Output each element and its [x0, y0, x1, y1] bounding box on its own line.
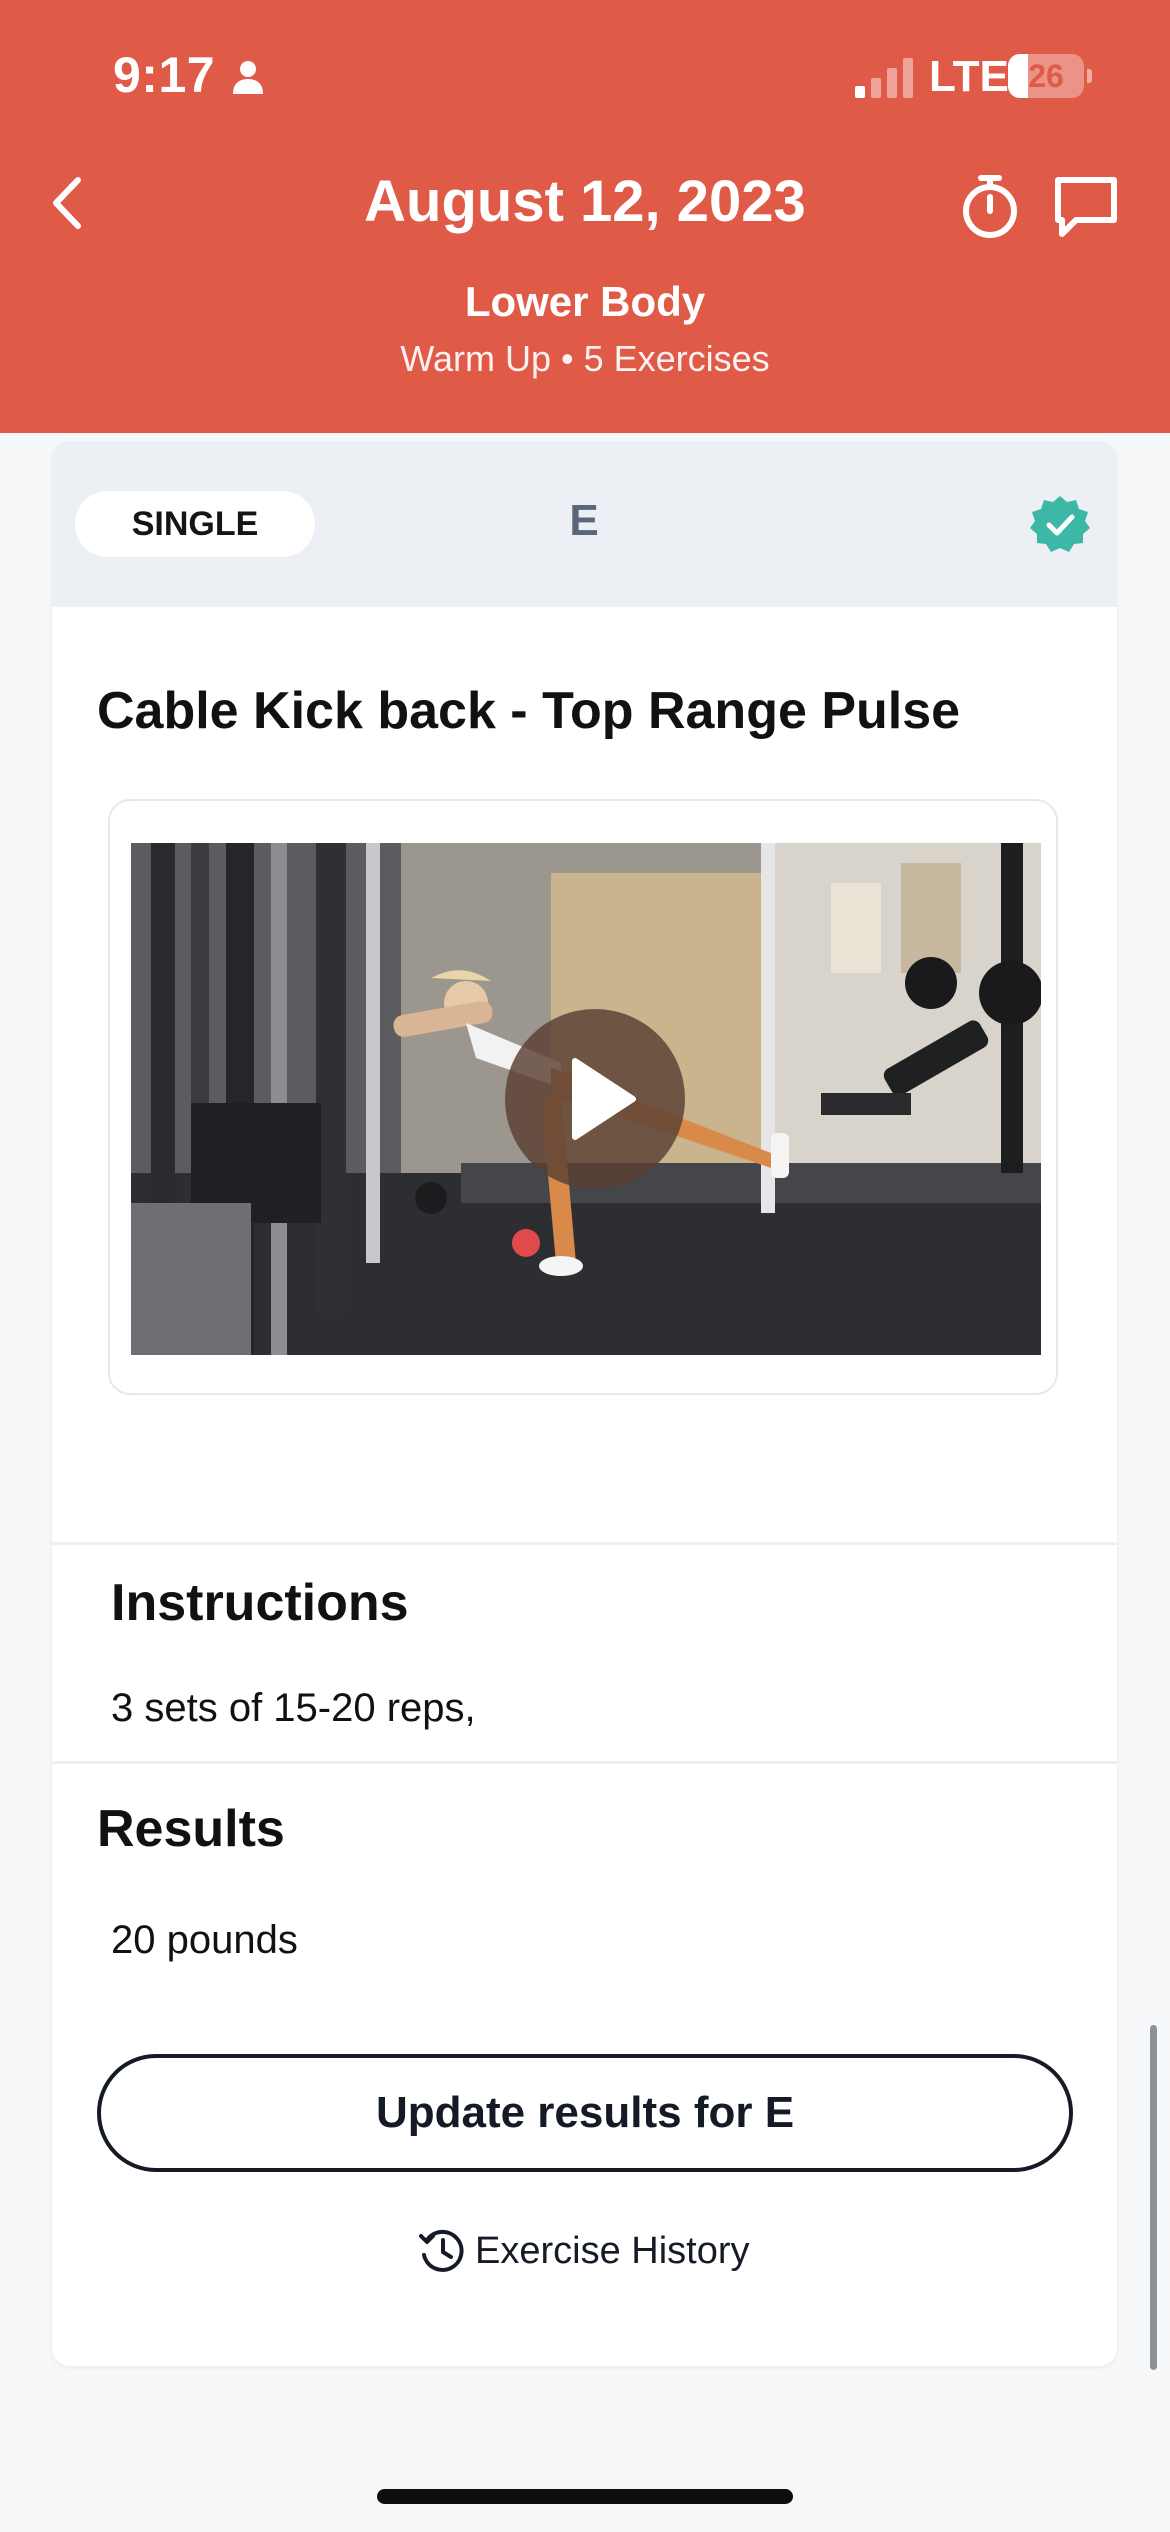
stopwatch-icon[interactable]: [955, 172, 1025, 242]
exercise-title: Cable Kick back - Top Range Pulse: [97, 682, 961, 740]
scrollbar[interactable]: [1150, 2025, 1157, 2370]
battery-nub: [1087, 69, 1092, 83]
exercise-history-label: Exercise History: [475, 2229, 750, 2272]
status-time: 9:17: [113, 47, 216, 103]
battery-level: 26: [1028, 58, 1064, 94]
page-title: August 12, 2023: [364, 169, 806, 234]
instructions-heading: Instructions: [111, 1574, 409, 1632]
network-type: LTE: [929, 52, 1009, 101]
block-letter: E: [569, 496, 599, 545]
instructions-text: 3 sets of 15-20 reps,: [111, 1686, 476, 1730]
section-divider: [52, 1542, 1117, 1545]
video-container: [108, 799, 1058, 1395]
chat-icon[interactable]: [1050, 172, 1122, 242]
play-button[interactable]: [505, 1009, 685, 1189]
workout-name: Lower Body: [464, 278, 706, 325]
results-heading: Results: [97, 1800, 285, 1858]
battery-body: 26: [1008, 54, 1084, 98]
exercise-card: SINGLE E Cable Kick back - Top Range Pul…: [52, 441, 1117, 2366]
block-type-badge: SINGLE: [75, 491, 315, 557]
verified-check-icon: [1030, 496, 1090, 552]
results-value: 20 pounds: [111, 1918, 298, 1962]
history-icon: [419, 2229, 464, 2272]
play-icon: [572, 1058, 636, 1140]
app-header: 9:17 LTE 26 August 12, 2023 Lower Body W…: [0, 0, 1170, 433]
battery-icon: 26: [1008, 54, 1092, 98]
card-header: SINGLE E: [52, 441, 1117, 607]
workout-meta: Warm Up • 5 Exercises: [400, 338, 770, 379]
signal-icon: [855, 58, 913, 98]
back-chevron-icon[interactable]: [40, 168, 100, 238]
update-results-button[interactable]: Update results for E: [97, 2054, 1073, 2172]
section-divider: [52, 1761, 1117, 1764]
home-indicator[interactable]: [377, 2489, 793, 2504]
person-icon: [233, 61, 263, 94]
exercise-history-link[interactable]: Exercise History: [417, 2221, 750, 2281]
video-thumbnail[interactable]: [131, 843, 1041, 1355]
